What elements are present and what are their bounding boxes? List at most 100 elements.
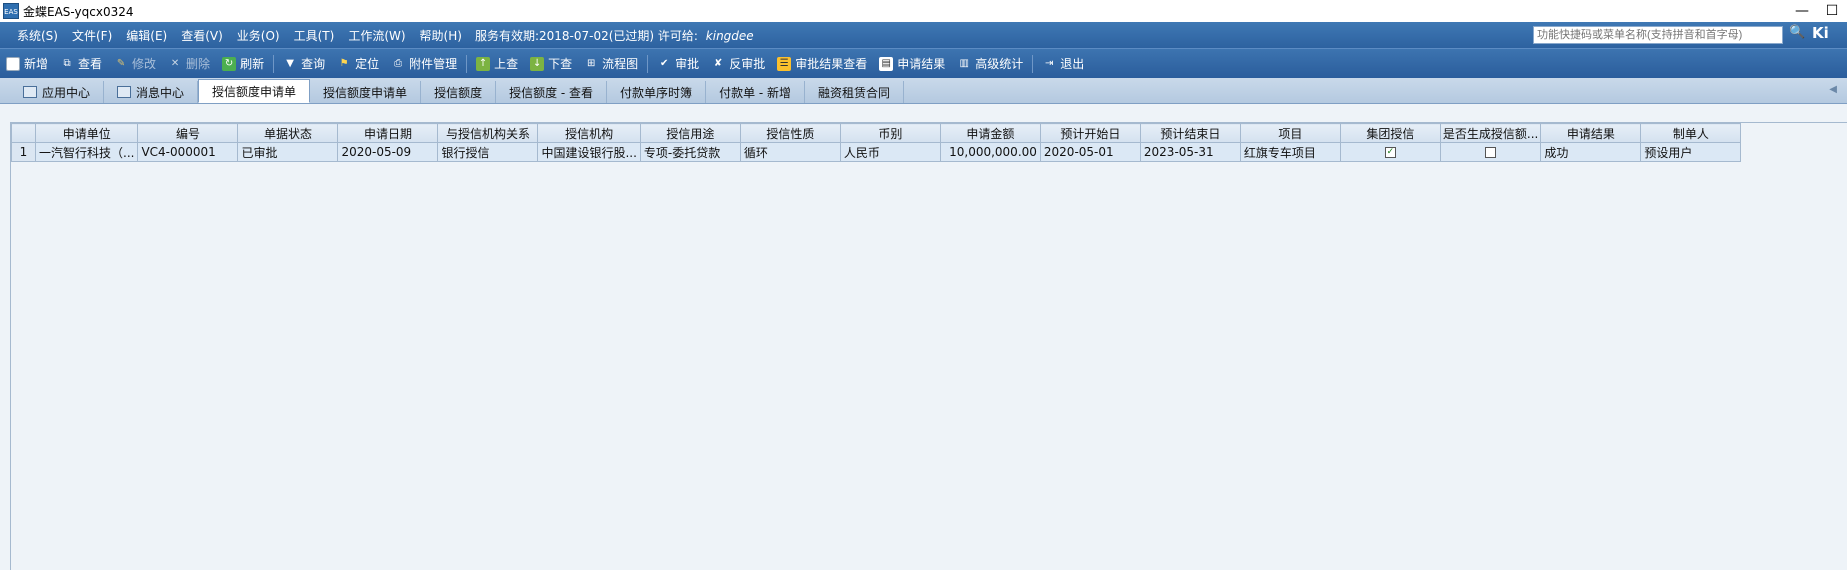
new-button[interactable]: 新增	[0, 52, 54, 76]
table-header-row: 申请单位 编号 单据状态 申请日期 与授信机构关系 授信机构 授信用途 授信性质…	[11, 123, 1742, 143]
menu-help[interactable]: 帮助(H)	[413, 27, 469, 44]
tab-app-center[interactable]: 应用中心	[10, 81, 105, 103]
cell-start-date[interactable]: 2020-05-01	[1039, 142, 1141, 162]
cell-purpose[interactable]: 专项-委托贷款	[639, 142, 741, 162]
new-label: 新增	[24, 57, 49, 71]
credit-application-table: 申请单位 编号 单据状态 申请日期 与授信机构关系 授信机构 授信用途 授信性质…	[11, 123, 1742, 162]
exit-icon: ⇥	[1045, 57, 1054, 69]
tab-label: 消息中心	[136, 85, 185, 100]
stats-icon: ▥	[959, 57, 969, 69]
tab-credit-application[interactable]: 授信额度申请单	[310, 81, 422, 103]
tab-message-center[interactable]: 消息中心	[104, 81, 199, 103]
column-header[interactable]: 与授信机构关系	[437, 123, 539, 143]
prev-query-button[interactable]: ↑ 上查	[470, 52, 524, 76]
view-button[interactable]: ⧉ 查看	[54, 52, 108, 76]
column-header[interactable]: 编号	[137, 123, 239, 143]
cell-nature[interactable]: 循环	[739, 142, 841, 162]
column-header[interactable]: 制单人	[1640, 123, 1742, 143]
locate-button[interactable]: ⚑ 定位	[331, 52, 385, 76]
table-row[interactable]: 1 一汽智行科技（... VC4-000001 已审批 2020-05-09 银…	[11, 142, 1742, 162]
tab-payment-list[interactable]: 付款单序时簿	[607, 81, 707, 103]
cell-currency[interactable]: 人民币	[839, 142, 941, 162]
tab-scroll-left-icon[interactable]: ◀	[1829, 84, 1837, 95]
column-header[interactable]: 授信机构	[537, 123, 641, 143]
cell-group-credit[interactable]: ✓	[1339, 142, 1441, 162]
license-value: kingdee	[705, 28, 754, 43]
column-header[interactable]: 集团授信	[1339, 123, 1441, 143]
query-label: 查询	[301, 57, 326, 71]
delete-button[interactable]: ✕ 删除	[162, 52, 216, 76]
cell-code[interactable]: VC4-000001	[137, 142, 239, 162]
service-info: 服务有效期:2018-07-02(已过期) 许可给: kingdee	[475, 27, 754, 44]
cell-relation[interactable]: 银行授信	[437, 142, 539, 162]
tab-credit-limit[interactable]: 授信额度	[421, 81, 497, 103]
menu-workflow[interactable]: 工作流(W)	[341, 27, 412, 44]
next-query-button[interactable]: ↓ 下查	[524, 52, 578, 76]
edit-button[interactable]: ✎ 修改	[108, 52, 162, 76]
query-button[interactable]: ▼ 查询	[277, 52, 331, 76]
advanced-stats-label: 高级统计	[975, 57, 1024, 71]
cell-unit[interactable]: 一汽智行科技（...	[34, 142, 139, 162]
exit-button[interactable]: ⇥ 退出	[1036, 52, 1090, 76]
tab-label: 融资租赁合同	[818, 85, 891, 100]
locate-label: 定位	[355, 57, 380, 71]
grid-container: 申请单位 编号 单据状态 申请日期 与授信机构关系 授信机构 授信用途 授信性质…	[10, 122, 1847, 570]
column-header[interactable]: 授信用途	[639, 123, 741, 143]
brush-icon: ✎	[116, 57, 126, 69]
cell-result[interactable]: 成功	[1540, 142, 1642, 162]
tab-credit-application-active[interactable]: 授信额度申请单	[198, 79, 311, 103]
unapprove-button[interactable]: ✘ 反审批	[705, 52, 771, 76]
maximize-button[interactable]: ☐	[1817, 3, 1847, 19]
attachment-button[interactable]: ⎙ 附件管理	[385, 52, 463, 76]
column-header[interactable]: 申请日期	[337, 123, 439, 143]
column-header[interactable]: 申请结果	[1540, 123, 1642, 143]
approve-icon: ✔	[659, 57, 669, 69]
approve-button[interactable]: ✔ 审批	[651, 52, 705, 76]
flowchart-label: 流程图	[602, 57, 639, 71]
column-header[interactable]: 申请金额	[939, 123, 1041, 143]
tab-payment-new[interactable]: 付款单 - 新增	[706, 81, 806, 103]
tab-finance-lease[interactable]: 融资租赁合同	[805, 81, 905, 103]
menu-edit[interactable]: 编辑(E)	[119, 27, 174, 44]
tab-credit-limit-view[interactable]: 授信额度 - 查看	[496, 81, 608, 103]
column-header[interactable]: 预计结束日	[1139, 123, 1241, 143]
column-header[interactable]: 申请单位	[34, 123, 139, 143]
menu-file[interactable]: 文件(F)	[65, 27, 119, 44]
cell-creator[interactable]: 预设用户	[1640, 142, 1742, 162]
generated-credit-checkbox[interactable]	[1485, 147, 1497, 158]
tab-label: 授信额度 - 查看	[509, 85, 594, 100]
toolbar-separator	[466, 54, 468, 73]
column-header[interactable]: 单据状态	[237, 123, 339, 143]
menu-view[interactable]: 查看(V)	[174, 27, 230, 44]
locate-pin-icon: ⚑	[339, 57, 349, 69]
apply-result-button[interactable]: ▤ 申请结果	[873, 52, 951, 76]
menu-tools[interactable]: 工具(T)	[287, 27, 342, 44]
column-header[interactable]: 项目	[1239, 123, 1341, 143]
refresh-button[interactable]: ↻ 刷新	[216, 52, 270, 76]
menu-system[interactable]: 系统(S)	[10, 27, 65, 44]
cell-amount[interactable]: 10,000,000.00	[939, 142, 1041, 162]
minimize-button[interactable]: —	[1787, 3, 1817, 19]
column-header[interactable]: 授信性质	[739, 123, 841, 143]
cell-project[interactable]: 红旗专车项目	[1239, 142, 1341, 162]
menu-business[interactable]: 业务(O)	[230, 27, 287, 44]
unapprove-icon: ✘	[713, 57, 723, 69]
function-search-input[interactable]	[1533, 26, 1783, 44]
down-search-icon: ↓	[530, 56, 545, 71]
cell-date[interactable]: 2020-05-09	[337, 142, 439, 162]
search-icon[interactable]: 🔍	[1789, 25, 1805, 40]
cell-status[interactable]: 已审批	[237, 142, 339, 162]
advanced-stats-button[interactable]: ▥ 高级统计	[951, 52, 1029, 76]
approve-result-button[interactable]: ☰ 审批结果查看	[771, 52, 873, 76]
cell-institution[interactable]: 中国建设银行股...	[537, 142, 641, 162]
flowchart-button[interactable]: ⊞ 流程图	[578, 52, 644, 76]
tab-label: 授信额度	[434, 85, 483, 100]
column-header[interactable]: 预计开始日	[1039, 123, 1141, 143]
cell-generated[interactable]	[1439, 142, 1542, 162]
column-header[interactable]: 是否生成授信额...	[1439, 123, 1542, 143]
group-credit-checkbox[interactable]: ✓	[1384, 147, 1396, 158]
tab-label: 付款单序时簿	[620, 85, 693, 100]
column-header[interactable]: 币别	[839, 123, 941, 143]
refresh-icon: ↻	[222, 56, 237, 71]
cell-end-date[interactable]: 2023-05-31	[1139, 142, 1241, 162]
